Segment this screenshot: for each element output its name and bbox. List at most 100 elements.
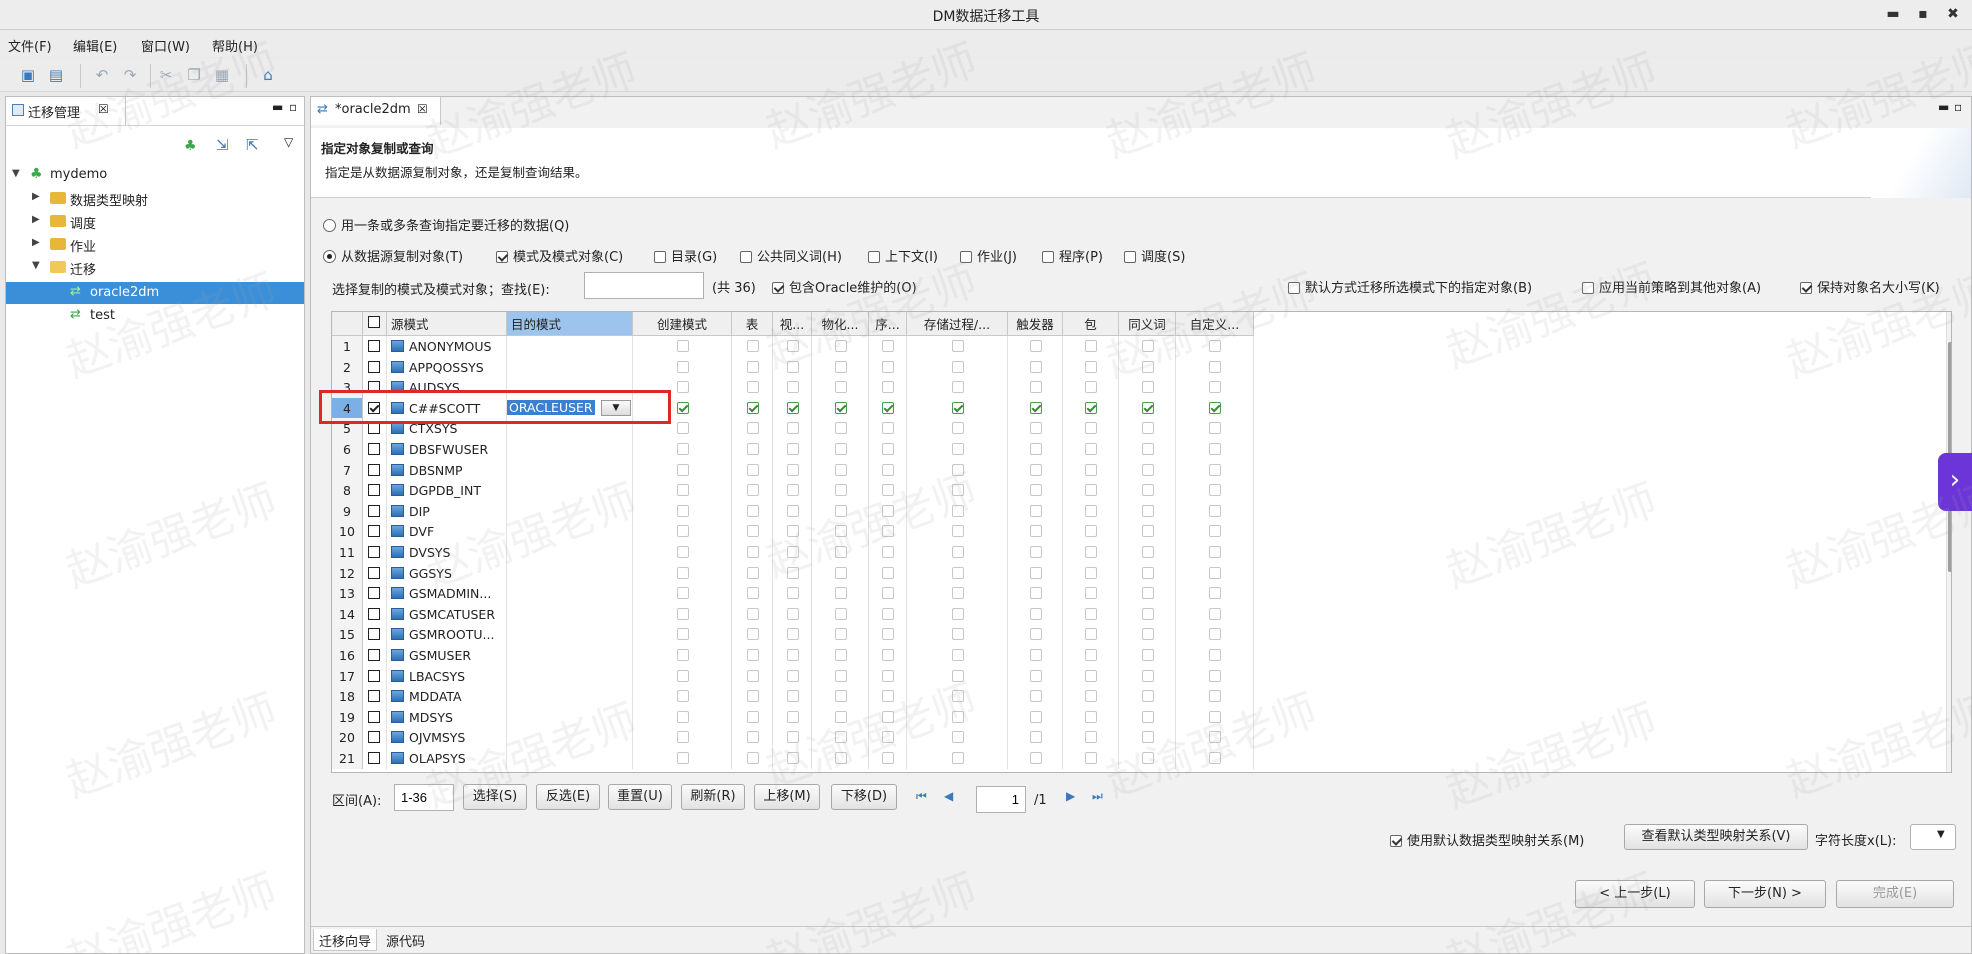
- object-option-checkbox[interactable]: [834, 587, 847, 600]
- object-option-checkbox[interactable]: [882, 546, 894, 558]
- object-option-checkbox[interactable]: [746, 401, 759, 414]
- object-option-checkbox[interactable]: [882, 649, 894, 661]
- object-option-checkbox[interactable]: [676, 422, 689, 435]
- object-option-checkbox[interactable]: [676, 731, 689, 744]
- row-select-checkbox[interactable]: [368, 443, 380, 455]
- menu-file[interactable]: 文件(F): [8, 36, 52, 55]
- object-option-checkbox[interactable]: [834, 690, 847, 703]
- menu-edit[interactable]: 编辑(E): [73, 36, 117, 55]
- object-option-checkbox[interactable]: [746, 669, 759, 682]
- object-option-checkbox[interactable]: [1141, 484, 1154, 497]
- object-option-checkbox[interactable]: [786, 401, 799, 414]
- object-option-checkbox[interactable]: [676, 525, 689, 538]
- object-option-checkbox[interactable]: [746, 587, 759, 600]
- object-option-checkbox[interactable]: [882, 566, 894, 579]
- row-select-checkbox[interactable]: [368, 566, 380, 579]
- column-header[interactable]: 触发器: [1008, 312, 1063, 336]
- reset-button[interactable]: 重置(U): [608, 784, 672, 810]
- header-select-all[interactable]: [363, 312, 387, 336]
- next-button[interactable]: 下一步(N) >: [1704, 880, 1826, 908]
- object-option-checkbox[interactable]: [951, 566, 964, 579]
- checkbox[interactable]: [1124, 251, 1136, 263]
- object-option-checkbox[interactable]: [676, 504, 689, 517]
- copy-icon[interactable]: ❐: [184, 65, 204, 85]
- column-header[interactable]: 存储过程/...: [907, 312, 1008, 336]
- save-icon[interactable]: ▣: [18, 65, 38, 85]
- object-option-checkbox[interactable]: [676, 669, 689, 682]
- object-option-checkbox[interactable]: [1209, 504, 1221, 517]
- option-public-synonym[interactable]: 公共同义词(H): [740, 246, 842, 265]
- refresh-button[interactable]: 刷新(R): [681, 784, 745, 810]
- find-input[interactable]: [584, 272, 704, 299]
- object-option-checkbox[interactable]: [1029, 628, 1042, 641]
- previous-page-icon[interactable]: ◀: [944, 789, 953, 803]
- object-option-checkbox[interactable]: [746, 566, 759, 579]
- object-option-checkbox[interactable]: [1141, 525, 1154, 538]
- object-option-checkbox[interactable]: [1209, 710, 1221, 723]
- object-option-checkbox[interactable]: [1029, 443, 1042, 455]
- object-option-checkbox[interactable]: [786, 504, 799, 517]
- menu-window[interactable]: 窗口(W): [141, 36, 190, 55]
- object-option-checkbox[interactable]: [786, 340, 799, 352]
- object-option-checkbox[interactable]: [1085, 566, 1097, 579]
- object-option-checkbox[interactable]: [786, 381, 799, 394]
- object-option-checkbox[interactable]: [951, 752, 964, 764]
- object-option-checkbox[interactable]: [676, 566, 689, 579]
- object-option-checkbox[interactable]: [1029, 649, 1042, 661]
- column-header[interactable]: 包: [1063, 312, 1119, 336]
- object-option-checkbox[interactable]: [1029, 710, 1042, 723]
- object-option-checkbox[interactable]: [1085, 628, 1097, 641]
- tab-source-code[interactable]: 源代码: [381, 929, 430, 951]
- column-header[interactable]: 表: [732, 312, 773, 336]
- row-select-checkbox[interactable]: [368, 463, 380, 476]
- table-row[interactable]: 15 GSMROOTU...: [332, 624, 1951, 645]
- row-select-checkbox[interactable]: [368, 731, 380, 744]
- object-option-checkbox[interactable]: [746, 443, 759, 455]
- object-option-checkbox[interactable]: [1029, 504, 1042, 517]
- object-option-checkbox[interactable]: [1029, 752, 1042, 764]
- object-option-checkbox[interactable]: [676, 587, 689, 600]
- object-option-checkbox[interactable]: [1141, 443, 1154, 455]
- object-option-checkbox[interactable]: [1085, 381, 1097, 394]
- object-option-checkbox[interactable]: [834, 546, 847, 558]
- close-tab-icon[interactable]: ☒: [98, 102, 109, 116]
- object-option-checkbox[interactable]: [834, 504, 847, 517]
- tree-item-data-type-mapping[interactable]: ▶ 数据类型映射: [6, 187, 304, 210]
- target-schema-cell[interactable]: [507, 336, 633, 357]
- object-option-checkbox[interactable]: [834, 422, 847, 435]
- table-row[interactable]: 8 DGPDB_INT: [332, 480, 1951, 501]
- object-option-checkbox[interactable]: [834, 484, 847, 497]
- column-header[interactable]: 物化...: [812, 312, 869, 336]
- object-option-checkbox[interactable]: [951, 360, 964, 373]
- object-option-checkbox[interactable]: [882, 381, 894, 394]
- minimize-view-icon[interactable]: ▬: [1938, 100, 1949, 114]
- move-up-button[interactable]: 上移(M): [754, 784, 820, 810]
- object-option-checkbox[interactable]: [746, 752, 759, 764]
- object-option-checkbox[interactable]: [834, 401, 847, 414]
- object-option-checkbox[interactable]: [676, 360, 689, 373]
- object-option-checkbox[interactable]: [1085, 690, 1097, 703]
- object-option-checkbox[interactable]: [882, 628, 894, 641]
- move-down-button[interactable]: 下移(D): [831, 784, 897, 810]
- object-option-checkbox[interactable]: [676, 381, 689, 394]
- object-option-checkbox[interactable]: [1209, 360, 1221, 373]
- object-option-checkbox[interactable]: [882, 587, 894, 600]
- object-option-checkbox[interactable]: [951, 463, 964, 476]
- select-button[interactable]: 选择(S): [463, 784, 527, 810]
- collapsed-arrow-icon[interactable]: ▶: [32, 237, 40, 248]
- object-option-checkbox[interactable]: [676, 546, 689, 558]
- object-option-checkbox[interactable]: [834, 463, 847, 476]
- object-option-checkbox[interactable]: [834, 649, 847, 661]
- object-option-checkbox[interactable]: [834, 381, 847, 394]
- checkbox[interactable]: [772, 282, 784, 294]
- radio-copy-objects-button[interactable]: [323, 250, 336, 263]
- apply-policy-option[interactable]: 应用当前策略到其他对象(A): [1582, 277, 1761, 296]
- object-option-checkbox[interactable]: [882, 443, 894, 455]
- table-row[interactable]: 17 LBACSYS: [332, 665, 1951, 687]
- object-option-checkbox[interactable]: [882, 484, 894, 497]
- column-header[interactable]: 源模式: [387, 312, 507, 336]
- minimize-button[interactable]: ▬: [1882, 4, 1904, 24]
- object-option-checkbox[interactable]: [882, 710, 894, 723]
- object-option-checkbox[interactable]: [1029, 607, 1042, 620]
- expanded-arrow-icon[interactable]: ▼: [12, 168, 20, 179]
